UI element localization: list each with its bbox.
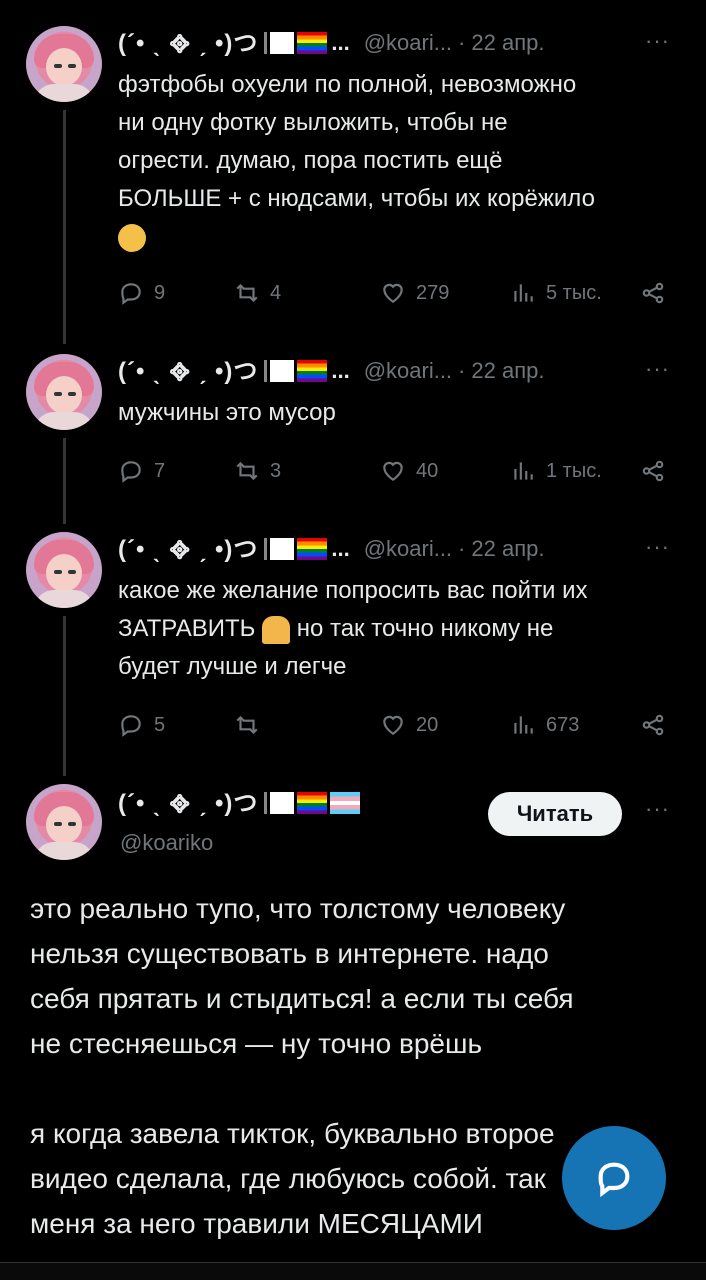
reply-button[interactable]: 5 bbox=[118, 712, 165, 738]
display-name[interactable]: (´• ˎ ᪣ ˏ •)つ bbox=[118, 783, 258, 824]
tweet-text: мужчины это мусор bbox=[118, 399, 336, 426]
views-button[interactable]: 5 тыс. bbox=[510, 280, 602, 306]
handle[interactable]: @koari... bbox=[364, 358, 452, 384]
tweet-header: (´• ˎ ᪣ ˏ •)つ ... @koari... · 22 апр. bbox=[118, 532, 544, 566]
retweet-count: 4 bbox=[270, 281, 282, 304]
flag-icon bbox=[264, 792, 295, 814]
flag-icon bbox=[264, 32, 295, 54]
flag-icon bbox=[264, 360, 295, 382]
flag-emojis bbox=[264, 538, 328, 560]
display-name[interactable]: (´• ˎ ᪣ ˏ •)つ bbox=[118, 23, 258, 64]
views-icon bbox=[514, 462, 533, 480]
smiling-face-with-hearts-icon bbox=[118, 223, 146, 252]
avatar[interactable] bbox=[26, 784, 102, 860]
timestamp[interactable]: 22 апр. bbox=[471, 536, 544, 562]
name-truncation: ... bbox=[331, 30, 350, 55]
retweet-icon bbox=[236, 461, 258, 481]
view-count: 1 тыс. bbox=[546, 459, 602, 482]
flag-emojis bbox=[264, 32, 328, 54]
reply-count: 9 bbox=[154, 281, 166, 304]
reply-icon bbox=[121, 715, 141, 737]
retweet-button[interactable] bbox=[234, 712, 270, 738]
action-bar: 7 3 40 1 тыс. bbox=[118, 456, 678, 486]
share-icon bbox=[642, 282, 664, 304]
avatar[interactable] bbox=[26, 532, 102, 608]
like-button[interactable]: 20 bbox=[380, 712, 438, 738]
follow-button[interactable]: Читать bbox=[488, 792, 622, 836]
views-button[interactable]: 673 bbox=[510, 712, 579, 738]
timestamp[interactable]: 22 апр. bbox=[471, 358, 544, 384]
rainbow-flag-icon bbox=[297, 538, 328, 560]
rainbow-flag-icon bbox=[297, 32, 328, 54]
more-options-icon[interactable]: ··· bbox=[645, 28, 670, 54]
like-button[interactable]: 40 bbox=[380, 458, 438, 484]
avatar[interactable] bbox=[26, 354, 102, 430]
tweet-text: какое же желание попросить вас пойти их … bbox=[118, 577, 588, 680]
handle[interactable]: @koariko bbox=[120, 830, 213, 856]
thread-connector bbox=[63, 616, 66, 776]
reply-button[interactable]: 9 bbox=[118, 280, 165, 306]
tweet-header: (´• ˎ ᪣ ˏ •)つ bbox=[118, 786, 361, 820]
bottom-bar bbox=[0, 1262, 706, 1280]
handle[interactable]: @koari... bbox=[364, 30, 452, 56]
retweet-button[interactable]: 3 bbox=[234, 458, 281, 484]
retweet-count: 3 bbox=[270, 459, 282, 482]
reply-icon bbox=[121, 283, 141, 305]
share-button[interactable] bbox=[640, 280, 666, 306]
flag-emojis bbox=[264, 360, 328, 382]
display-name[interactable]: (´• ˎ ᪣ ˏ •)つ bbox=[118, 351, 258, 392]
handle[interactable]: @koari... bbox=[364, 536, 452, 562]
separator-dot: · bbox=[458, 358, 466, 383]
views-icon bbox=[514, 284, 533, 302]
more-options-icon[interactable]: ··· bbox=[645, 796, 670, 822]
rainbow-flag-icon bbox=[297, 792, 328, 814]
transgender-flag-icon bbox=[330, 792, 361, 814]
more-options-icon[interactable]: ··· bbox=[645, 356, 670, 382]
compose-reply-button[interactable] bbox=[562, 1126, 666, 1230]
view-count: 5 тыс. bbox=[546, 281, 602, 304]
name-truncation: ... bbox=[331, 358, 350, 383]
flag-icon bbox=[264, 538, 295, 560]
name-truncation: ... bbox=[331, 536, 350, 561]
like-button[interactable]: 279 bbox=[380, 280, 449, 306]
retweet-button[interactable]: 4 bbox=[234, 280, 281, 306]
retweet-icon bbox=[236, 283, 258, 303]
like-count: 20 bbox=[416, 713, 439, 736]
share-button[interactable] bbox=[640, 712, 666, 738]
flag-emojis bbox=[264, 792, 361, 814]
like-count: 279 bbox=[416, 281, 450, 304]
folded-hands-icon bbox=[262, 615, 291, 644]
chat-bubble-icon bbox=[598, 1162, 630, 1198]
like-count: 40 bbox=[416, 459, 439, 482]
timestamp[interactable]: 22 апр. bbox=[471, 30, 544, 56]
tweet-text: фэтфобы охуели по полной, невозможно ни … bbox=[118, 66, 678, 256]
views-button[interactable]: 1 тыс. bbox=[510, 458, 602, 484]
separator-dot: · bbox=[458, 30, 466, 55]
heart-icon bbox=[383, 715, 403, 735]
share-icon bbox=[642, 460, 664, 482]
share-icon bbox=[642, 714, 664, 736]
rainbow-flag-icon bbox=[297, 360, 328, 382]
thread-connector bbox=[63, 438, 66, 524]
avatar[interactable] bbox=[26, 26, 102, 102]
thread-connector bbox=[63, 110, 66, 344]
heart-icon bbox=[383, 461, 403, 481]
reply-button[interactable]: 7 bbox=[118, 458, 165, 484]
share-button[interactable] bbox=[640, 458, 666, 484]
views-icon bbox=[514, 716, 533, 734]
action-bar: 9 4 279 5 тыс. bbox=[118, 278, 678, 308]
reply-count: 7 bbox=[154, 459, 166, 482]
heart-icon bbox=[383, 283, 403, 303]
view-count: 673 bbox=[546, 713, 580, 736]
tweet-header: (´• ˎ ᪣ ˏ •)つ ... @koari... · 22 апр. bbox=[118, 26, 544, 60]
reply-count: 5 bbox=[154, 713, 166, 736]
display-name[interactable]: (´• ˎ ᪣ ˏ •)つ bbox=[118, 529, 258, 570]
action-bar: 5 20 673 bbox=[118, 710, 678, 740]
more-options-icon[interactable]: ··· bbox=[645, 534, 670, 560]
separator-dot: · bbox=[458, 536, 466, 561]
retweet-icon bbox=[236, 715, 258, 735]
reply-icon bbox=[121, 461, 141, 483]
tweet-header: (´• ˎ ᪣ ˏ •)つ ... @koari... · 22 апр. bbox=[118, 354, 544, 388]
